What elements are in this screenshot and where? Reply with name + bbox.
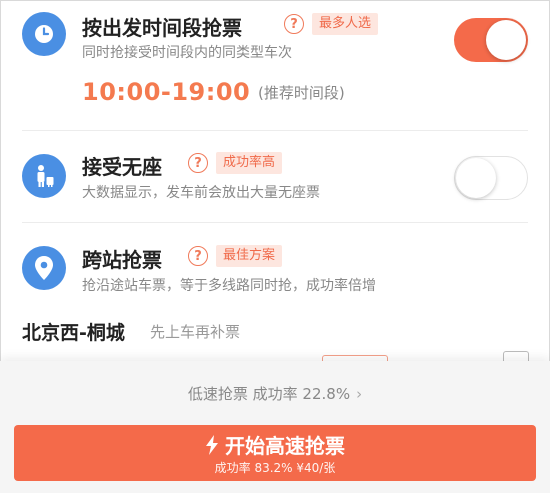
option-description: 抢沿途站车票，等于多线路同时抢，成功率倍增: [82, 278, 376, 294]
option-description: 同时抢接受时间段内的同类型车次: [82, 45, 292, 61]
low-speed-link[interactable]: 低速抢票 成功率 22.8% ›: [0, 383, 550, 404]
divider: [22, 222, 528, 223]
station-note: 先上车再补票: [150, 323, 241, 341]
option-title: 跨站抢票: [82, 248, 162, 272]
option-title: 按出发时间段抢票: [82, 16, 242, 40]
lightning-icon: [206, 435, 218, 455]
main-button-subtitle: 成功率 83.2% ¥40/张: [214, 461, 336, 475]
start-high-speed-button[interactable]: 开始高速抢票 成功率 83.2% ¥40/张: [14, 425, 536, 481]
divider: [22, 130, 528, 131]
help-icon[interactable]: ?: [188, 246, 208, 266]
chevron-right-icon: ›: [356, 385, 363, 403]
option-title: 接受无座: [82, 155, 162, 179]
option-description: 大数据显示，发车前会放出大量无座票: [82, 185, 320, 201]
main-button-label: 开始高速抢票: [225, 434, 345, 458]
main-button-label-row: 开始高速抢票: [14, 430, 536, 459]
departure-time-toggle[interactable]: [454, 18, 528, 62]
station-route: 北京西-桐城: [22, 322, 125, 344]
time-range-note: (推荐时间段): [258, 84, 345, 102]
low-speed-label: 低速抢票 成功率 22.8%: [187, 385, 351, 403]
standing-passenger-icon: [22, 154, 66, 198]
toggle-knob: [456, 158, 496, 198]
time-range[interactable]: 10:00-19:00: [82, 78, 250, 106]
clock-icon: [22, 12, 66, 56]
toggle-knob: [486, 20, 526, 60]
option-tag: 成功率高: [216, 152, 283, 174]
location-pin-icon: [22, 246, 66, 290]
accept-standing-toggle[interactable]: [454, 156, 528, 200]
option-tag: 最多人选: [312, 13, 379, 35]
help-icon[interactable]: ?: [188, 153, 208, 173]
option-tag: 最佳方案: [216, 245, 283, 267]
help-icon[interactable]: ?: [284, 14, 304, 34]
bottom-action-panel: 低速抢票 成功率 22.8% › 开始高速抢票 成功率 83.2% ¥40/张: [0, 361, 550, 493]
